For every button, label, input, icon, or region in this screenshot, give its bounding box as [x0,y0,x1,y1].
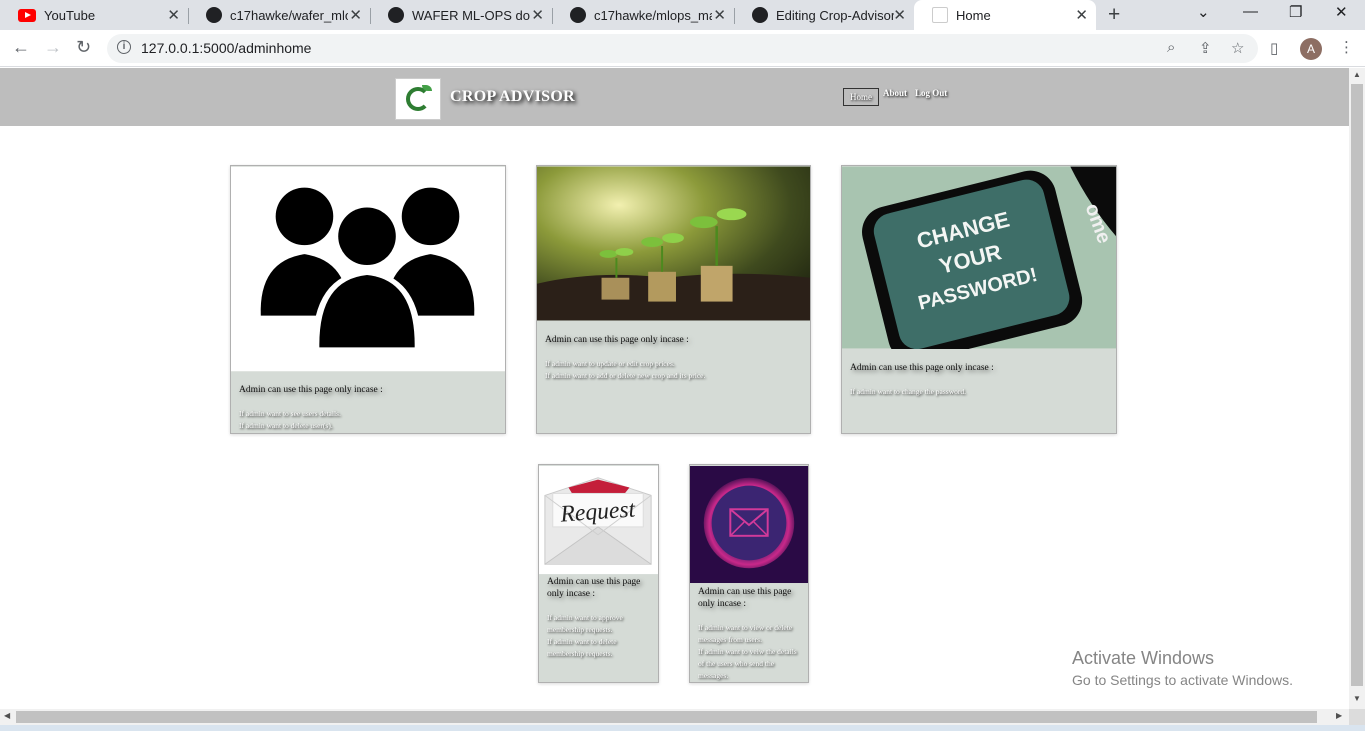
card-heading: Admin can use this page only incase : [239,385,383,395]
avatar[interactable]: A [1300,38,1322,60]
tab-wafer-docs[interactable]: WAFER ML-OPS docs ✕ [370,0,553,30]
change-password-image: CHANGE YOUR PASSWORD! ome [842,166,1116,349]
card-text: Admin can use this page only incase : If… [239,384,497,432]
card-line: If admin want to see users details. [239,409,341,418]
github-icon [752,7,768,23]
activate-windows-watermark: Activate Windows Go to Settings to activ… [1072,648,1293,688]
card-line: If admin want to view or delete messages… [698,623,793,644]
card-line: If admin want to add or delete new crop … [545,371,706,380]
github-icon [570,7,586,23]
tab-title: WAFER ML-OPS docs [412,7,530,23]
docs-icon [388,7,404,23]
horizontal-scroll-thumb[interactable] [16,711,1317,723]
reload-icon[interactable]: ↻ [76,37,91,58]
forward-icon[interactable]: → [44,37,62,58]
watermark-subtitle: Go to Settings to activate Windows. [1072,672,1293,688]
card-heading: Admin can use this page only incase : [547,577,641,599]
users-group-image [231,166,505,372]
scrollbar-corner [1349,709,1365,725]
side-panel-icon[interactable]: ▯ [1270,39,1278,57]
card-heading: Admin can use this page only incase : [698,587,792,609]
github-icon [206,7,222,23]
card-text: Admin can use this page only incase : If… [698,586,800,682]
zoom-icon[interactable]: ⌕ [1167,39,1175,56]
card-heading: Admin can use this page only incase : [545,335,689,345]
share-icon[interactable]: ⇪ [1199,39,1212,57]
card-line: If admin want to veiw the details of the… [698,647,797,680]
card-line: If admin want to update or edit crop pri… [545,359,675,368]
menu-kebab-icon[interactable]: ⋮ [1339,38,1354,56]
card-change-password[interactable]: CHANGE YOUR PASSWORD! ome Admin can use … [841,165,1117,434]
card-description: If admin want to update or edit crop pri… [545,358,802,382]
card-description: If admin want to change the password. [850,386,1108,398]
scroll-left-icon[interactable]: ◀ [4,711,10,720]
close-icon[interactable]: ✕ [893,6,906,24]
tab-search-icon[interactable]: ⌄ [1197,3,1210,21]
watermark-title: Activate Windows [1072,648,1215,668]
card-description: If admin want to approve membership requ… [547,612,650,660]
restore-icon[interactable]: ❐ [1289,3,1302,21]
card-messages[interactable]: Admin can use this page only incase : If… [689,464,809,683]
card-line: If admin want to change the password. [850,387,967,396]
nav-home[interactable]: Home [843,88,879,106]
nav-about[interactable]: About [883,88,907,98]
url-text[interactable]: 127.0.0.1:5000/adminhome [141,40,311,56]
browser-toolbar: ← → ↻ i 127.0.0.1:5000/adminhome ⌕ ⇪ ☆ ▯… [0,30,1365,67]
close-icon[interactable]: ✕ [531,6,544,24]
svg-text:Request: Request [559,496,638,527]
card-text: Admin can use this page only incase : If… [547,576,650,660]
message-envelope-image [690,465,808,584]
card-description: If admin want to see users details. If a… [239,408,497,432]
tab-title: c17hawke/wafer_mlops [230,7,348,23]
tab-strip: YouTube ✕ c17hawke/wafer_mlops ✕ WAFER M… [0,0,1365,30]
card-crop-prices[interactable]: Admin can use this page only incase : If… [536,165,811,434]
back-icon[interactable]: ← [12,37,30,58]
card-line: If admin want to delete membership reque… [547,637,617,658]
tab-title: Home [956,7,991,23]
card-heading: Admin can use this page only incase : [850,363,994,373]
horizontal-scrollbar[interactable]: ◀ ▶ [0,709,1349,725]
site-info-icon[interactable]: i [117,40,131,54]
tab-wafer-mlops[interactable]: c17hawke/wafer_mlops ✕ [188,0,371,30]
tab-mlops-main[interactable]: c17hawke/mlops_main ✕ [552,0,735,30]
vertical-scrollbar[interactable]: ▲ ▼ [1349,68,1365,709]
taskbar-edge [0,725,1365,731]
new-tab-icon[interactable]: + [1108,3,1120,27]
tab-title: Editing Crop-Advisor/ [776,7,894,23]
site-header: CROP ADVISOR Home About Log Out [0,68,1349,126]
address-bar[interactable]: i 127.0.0.1:5000/adminhome ⌕ ⇪ ☆ [107,34,1258,63]
crop-price-image [537,166,810,321]
window-close-icon[interactable]: ✕ [1335,3,1348,21]
close-icon[interactable]: ✕ [1075,6,1088,24]
tab-youtube[interactable]: YouTube ✕ [0,0,189,30]
crop-advisor-logo[interactable] [395,78,441,120]
tab-title: YouTube [44,7,96,23]
close-icon[interactable]: ✕ [349,6,362,24]
card-line: If admin want to approve membership requ… [547,613,623,634]
card-line: If admin want to delete user(s). [239,421,333,430]
card-description: If admin want to view or delete messages… [698,622,800,682]
scroll-down-icon[interactable]: ▼ [1353,694,1361,703]
request-envelope-image: Request [539,465,658,575]
close-icon[interactable]: ✕ [167,6,180,24]
scroll-right-icon[interactable]: ▶ [1336,711,1342,720]
crop-advisor-icon [932,7,948,23]
close-icon[interactable]: ✕ [713,6,726,24]
scroll-up-icon[interactable]: ▲ [1353,70,1361,79]
vertical-scroll-thumb[interactable] [1351,84,1363,686]
nav-logout[interactable]: Log Out [915,88,947,98]
tab-home[interactable]: Home ✕ [914,0,1096,30]
card-membership-requests[interactable]: Request Admin can use this page only inc… [538,464,659,683]
bookmark-star-icon[interactable]: ☆ [1231,39,1244,57]
tab-title: c17hawke/mlops_main [594,7,712,23]
card-users[interactable]: Admin can use this page only incase : If… [230,165,506,434]
tab-editing-crop-advisor[interactable]: Editing Crop-Advisor/ ✕ [734,0,914,30]
page-viewport: CROP ADVISOR Home About Log Out Admin ca… [0,68,1349,709]
youtube-icon [18,8,36,22]
card-text: Admin can use this page only incase : If… [850,362,1108,398]
brand-title[interactable]: CROP ADVISOR [450,88,575,106]
card-text: Admin can use this page only incase : If… [545,334,802,382]
minimize-icon[interactable]: — [1243,3,1258,20]
